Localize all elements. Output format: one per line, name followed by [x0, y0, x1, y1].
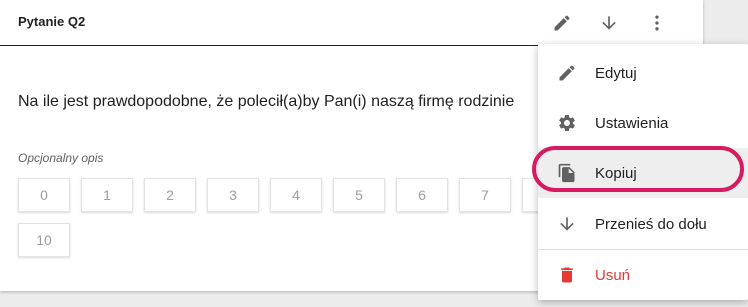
scale-option-3[interactable]: 3 — [207, 178, 259, 212]
menu-item-label: Kopiuj — [595, 164, 637, 182]
menu-item-delete[interactable]: Usuń — [538, 250, 748, 300]
scale-option-7[interactable]: 7 — [459, 178, 511, 212]
gear-icon — [556, 112, 578, 134]
menu-item-edit[interactable]: Edytuj — [538, 48, 748, 98]
scale-option-4[interactable]: 4 — [270, 178, 322, 212]
scale-option-6[interactable]: 6 — [396, 178, 448, 212]
pencil-icon[interactable] — [550, 11, 574, 35]
question-description: Opcjonalny opis — [18, 151, 104, 165]
menu-item-label: Usuń — [595, 266, 631, 284]
scale-option-2[interactable]: 2 — [144, 178, 196, 212]
arrow-down-icon[interactable] — [597, 11, 621, 35]
scale-option-10[interactable]: 10 — [18, 223, 70, 257]
card-title: Pytanie Q2 — [18, 14, 86, 29]
scale-option-1[interactable]: 1 — [81, 178, 133, 212]
menu-item-label: Edytuj — [595, 64, 637, 82]
menu-item-settings[interactable]: Ustawienia — [538, 98, 748, 148]
menu-item-copy[interactable]: Kopiuj — [538, 148, 748, 198]
copy-icon — [556, 162, 578, 184]
menu-item-label: Ustawienia — [595, 114, 669, 132]
context-menu: Edytuj Ustawienia Kopiuj Przenieś do doł… — [538, 44, 748, 300]
card-header: Pytanie Q2 — [0, 0, 703, 46]
trash-icon — [556, 264, 578, 286]
scale-option-0[interactable]: 0 — [18, 178, 70, 212]
menu-item-label: Przenieś do dołu — [595, 215, 707, 233]
scale-option-5[interactable]: 5 — [333, 178, 385, 212]
menu-item-move-down[interactable]: Przenieś do dołu — [538, 199, 748, 249]
more-vertical-icon[interactable] — [645, 11, 669, 35]
arrow-down-icon — [556, 213, 578, 235]
pencil-icon — [556, 62, 578, 84]
